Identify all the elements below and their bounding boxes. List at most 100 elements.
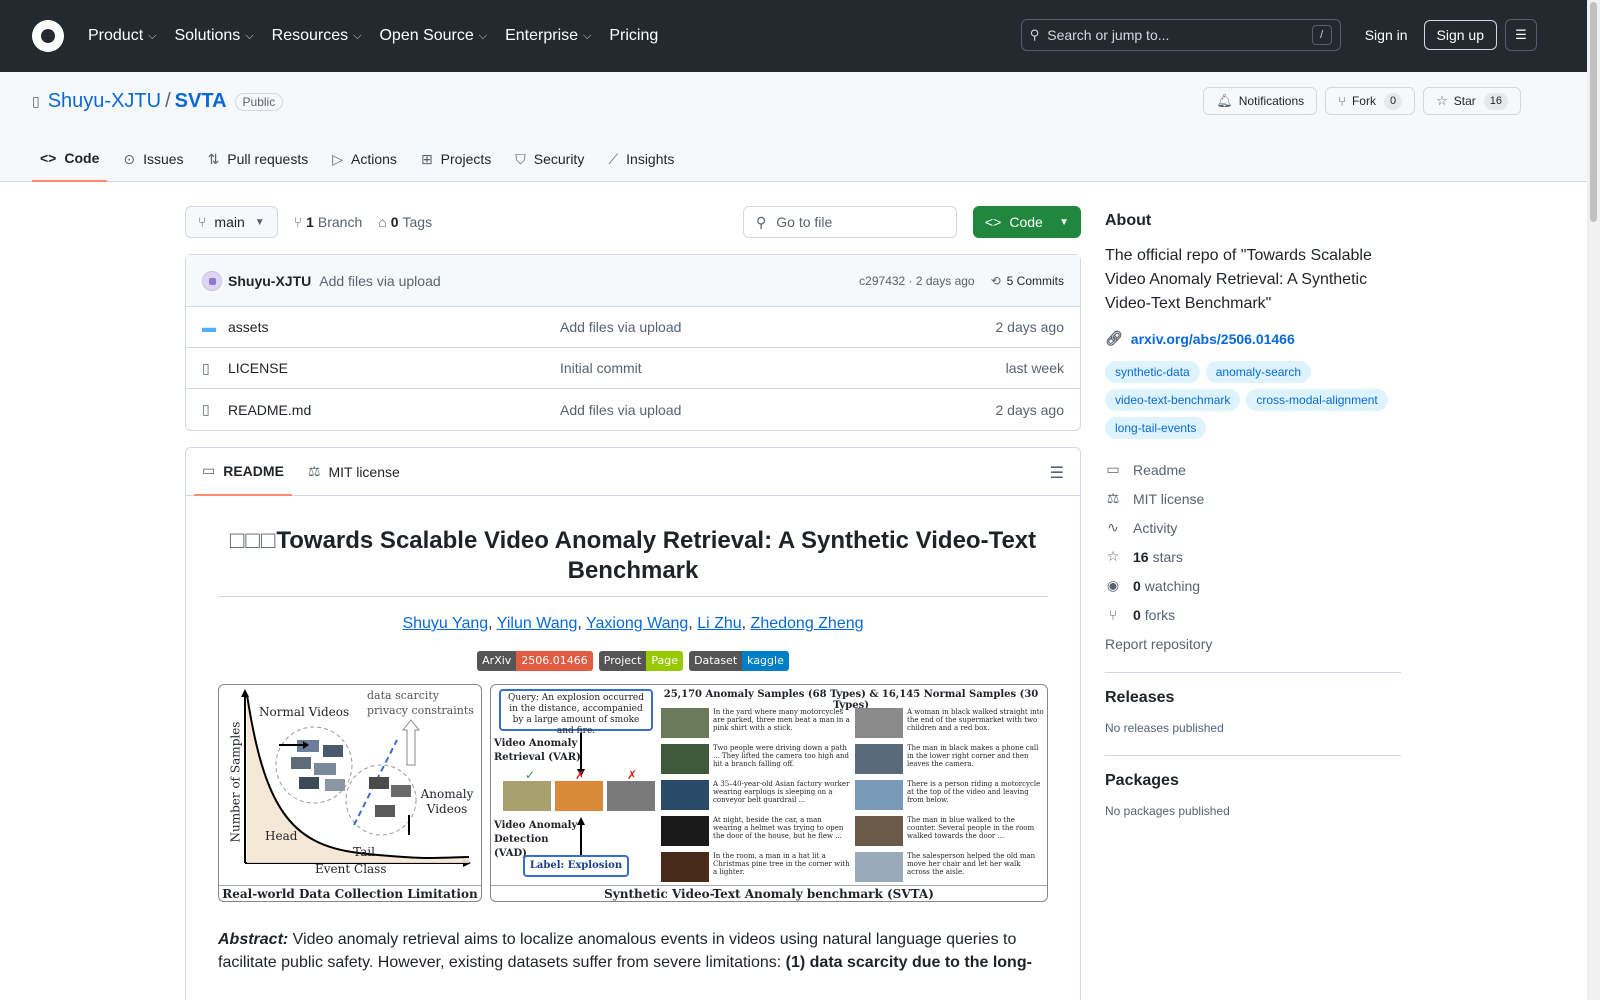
tab-code[interactable]: <> Code: [32, 136, 108, 182]
tab-insights[interactable]: ⟋ Insights: [600, 136, 682, 182]
author-link[interactable]: Shuyu Yang: [402, 615, 488, 632]
nav-product[interactable]: Product ⌵: [88, 27, 156, 45]
outline-list-icon[interactable]: ☰: [1050, 463, 1064, 483]
tab-license[interactable]: ⚖ MIT license: [300, 448, 408, 496]
sign-in-link[interactable]: Sign in: [1357, 21, 1416, 49]
nav-pricing[interactable]: Pricing: [609, 27, 658, 45]
sidebar-item-license[interactable]: ⚖ MIT license: [1105, 484, 1401, 513]
visibility-badge: Public: [234, 92, 284, 111]
homepage-link[interactable]: 🔗︎ arxiv.org/abs/2506.01466: [1105, 330, 1401, 347]
tab-actions[interactable]: ▷ Actions: [324, 136, 405, 182]
tab-readme[interactable]: ▭ README: [194, 448, 292, 496]
branches-link[interactable]: ⑂ 1 Branch: [294, 214, 363, 230]
commits-history-link[interactable]: ⟲ 5 Commits: [991, 274, 1064, 288]
fork-button[interactable]: ⑂ Fork 0: [1325, 87, 1416, 115]
file-browser: Shuyu-XJTU Add files via upload c297432 …: [185, 254, 1081, 431]
chevron-down-icon: ⌵: [478, 29, 488, 42]
sample-row: At night, beside the car, a man wearing …: [661, 813, 851, 849]
topic-tag[interactable]: anomaly-search: [1205, 361, 1312, 383]
command-palette-icon[interactable]: ☰: [1505, 19, 1537, 51]
bell-icon: 🔔︎: [1216, 93, 1233, 108]
arxiv-badge[interactable]: ArXiv 2506.01466: [477, 651, 593, 671]
file-name[interactable]: README.md: [228, 402, 560, 418]
video-thumbnail: [855, 816, 903, 846]
tab-security[interactable]: ⛉ Security: [507, 136, 592, 182]
branch-icon: ⑂: [293, 214, 303, 230]
sidebar-item-activity[interactable]: ∿ Activity: [1105, 513, 1401, 542]
topic-tag[interactable]: cross-modal-alignment: [1246, 389, 1388, 411]
report-repository-link[interactable]: Report repository: [1105, 629, 1401, 658]
project-badge[interactable]: Project Page: [598, 651, 684, 671]
branch-select[interactable]: ⑂ main ▼: [185, 206, 278, 238]
nav-enterprise[interactable]: Enterprise ⌵: [505, 27, 591, 45]
sample-row: Two people were driving down a path ... …: [661, 741, 851, 777]
normal-samples-column: A woman in black walked straight into th…: [855, 705, 1045, 885]
avatar[interactable]: [202, 270, 222, 291]
scrollbar-thumb[interactable]: [1590, 2, 1597, 222]
file-row[interactable]: ▬ assets Add files via upload 2 days ago: [186, 307, 1080, 348]
author-link[interactable]: Zhedong Zheng: [751, 615, 864, 632]
sidebar-item-forks[interactable]: ⑂ 0 forks: [1105, 600, 1401, 629]
nav-label: Enterprise: [505, 27, 579, 44]
page-scrollbar[interactable]: [1587, 0, 1600, 1000]
repo-stats: ▭ Readme ⚖ MIT license ∿ Activity ☆ 16 stars …: [1105, 455, 1401, 658]
releases-heading[interactable]: Releases: [1105, 689, 1401, 707]
homepage-url[interactable]: arxiv.org/abs/2506.01466: [1131, 331, 1295, 347]
nav-label: Pricing: [609, 27, 659, 44]
go-to-file-input[interactable]: ⚲ Go to file: [743, 206, 957, 238]
sample-row: A 35–40-year-old Asian factory worker we…: [661, 777, 851, 813]
packages-section: Packages No packages published: [1105, 756, 1401, 818]
sidebar-item-readme[interactable]: ▭ Readme: [1105, 455, 1401, 484]
commit-author[interactable]: Shuyu-XJTU: [228, 273, 311, 289]
sidebar-item-label: MIT license: [1133, 490, 1205, 507]
badge-right: kaggle: [742, 651, 789, 671]
global-search-input[interactable]: ⚲ Search or jump to... /: [1020, 19, 1341, 51]
tab-issues[interactable]: ⊙ Issues: [115, 136, 191, 182]
commit-hash-time[interactable]: c297432 · 2 days ago: [859, 274, 974, 288]
repo-separator: /: [165, 90, 171, 112]
law-icon: ⚖: [1106, 490, 1120, 506]
github-logo-icon[interactable]: [32, 20, 64, 52]
tags-link[interactable]: ⌂ 0 Tags: [378, 214, 432, 230]
sample-caption: The salesperson helped the old man move …: [907, 852, 1036, 876]
play-icon: ▷: [332, 150, 344, 167]
author-link[interactable]: Li Zhu: [697, 615, 741, 632]
topic-tag[interactable]: long-tail-events: [1105, 417, 1207, 439]
repo-owner-link[interactable]: Shuyu-XJTU: [48, 90, 161, 113]
author-link[interactable]: Yaxiong Wang: [586, 615, 688, 632]
star-button[interactable]: ☆ Star 16: [1423, 87, 1521, 115]
query-box: Query: An explosion occurred in the dist…: [499, 689, 653, 736]
packages-heading[interactable]: Packages: [1105, 772, 1401, 790]
chevron-down-icon: ⌵: [353, 29, 362, 42]
normal-videos-label: Normal Videos: [259, 705, 350, 719]
latest-commit: Shuyu-XJTU Add files via upload c297432 …: [186, 255, 1080, 307]
tab-pull-requests[interactable]: ⇅ Pull requests: [200, 136, 317, 182]
nav-open-source[interactable]: Open Source ⌵: [379, 27, 487, 45]
file-commit-message[interactable]: Initial commit: [560, 360, 642, 376]
notifications-button[interactable]: 🔔︎ Notifications: [1203, 87, 1318, 115]
topic-tag[interactable]: synthetic-data: [1105, 361, 1200, 383]
sample-row: In the yard where many motorcycles are p…: [661, 705, 851, 741]
nav-resources[interactable]: Resources ⌵: [272, 27, 362, 45]
code-dropdown-button[interactable]: <> Code ▼: [973, 206, 1081, 238]
svta-overview: Query: An explosion occurred in the dist…: [490, 684, 1048, 902]
sidebar-item-watching[interactable]: ◉ 0 watching: [1105, 571, 1401, 600]
file-row[interactable]: ▯ README.md Add files via upload 2 days …: [186, 389, 1080, 430]
commit-message[interactable]: Add files via upload: [319, 273, 440, 289]
topic-tag[interactable]: video-text-benchmark: [1105, 389, 1241, 411]
author-link[interactable]: Yilun Wang: [497, 615, 578, 632]
tab-projects[interactable]: ⊞ Projects: [413, 136, 499, 182]
file-name[interactable]: assets: [228, 319, 560, 335]
releases-section: Releases No releases published: [1105, 673, 1401, 735]
nav-solutions[interactable]: Solutions ⌵: [174, 27, 253, 45]
file-row[interactable]: ▯ LICENSE Initial commit last week: [186, 348, 1080, 389]
sidebar-item-stars[interactable]: ☆ 16 stars: [1105, 542, 1401, 571]
repo-name-link[interactable]: SVTA: [175, 90, 227, 113]
file-name[interactable]: LICENSE: [228, 360, 560, 376]
dataset-badge[interactable]: Dataset kaggle: [689, 651, 789, 671]
link-icon: 🔗︎: [1105, 330, 1123, 346]
sidebar-item-label: Activity: [1133, 519, 1178, 536]
sign-up-button[interactable]: Sign up: [1423, 20, 1497, 50]
file-commit-message[interactable]: Add files via upload: [560, 402, 681, 418]
file-commit-message[interactable]: Add files via upload: [560, 319, 681, 335]
